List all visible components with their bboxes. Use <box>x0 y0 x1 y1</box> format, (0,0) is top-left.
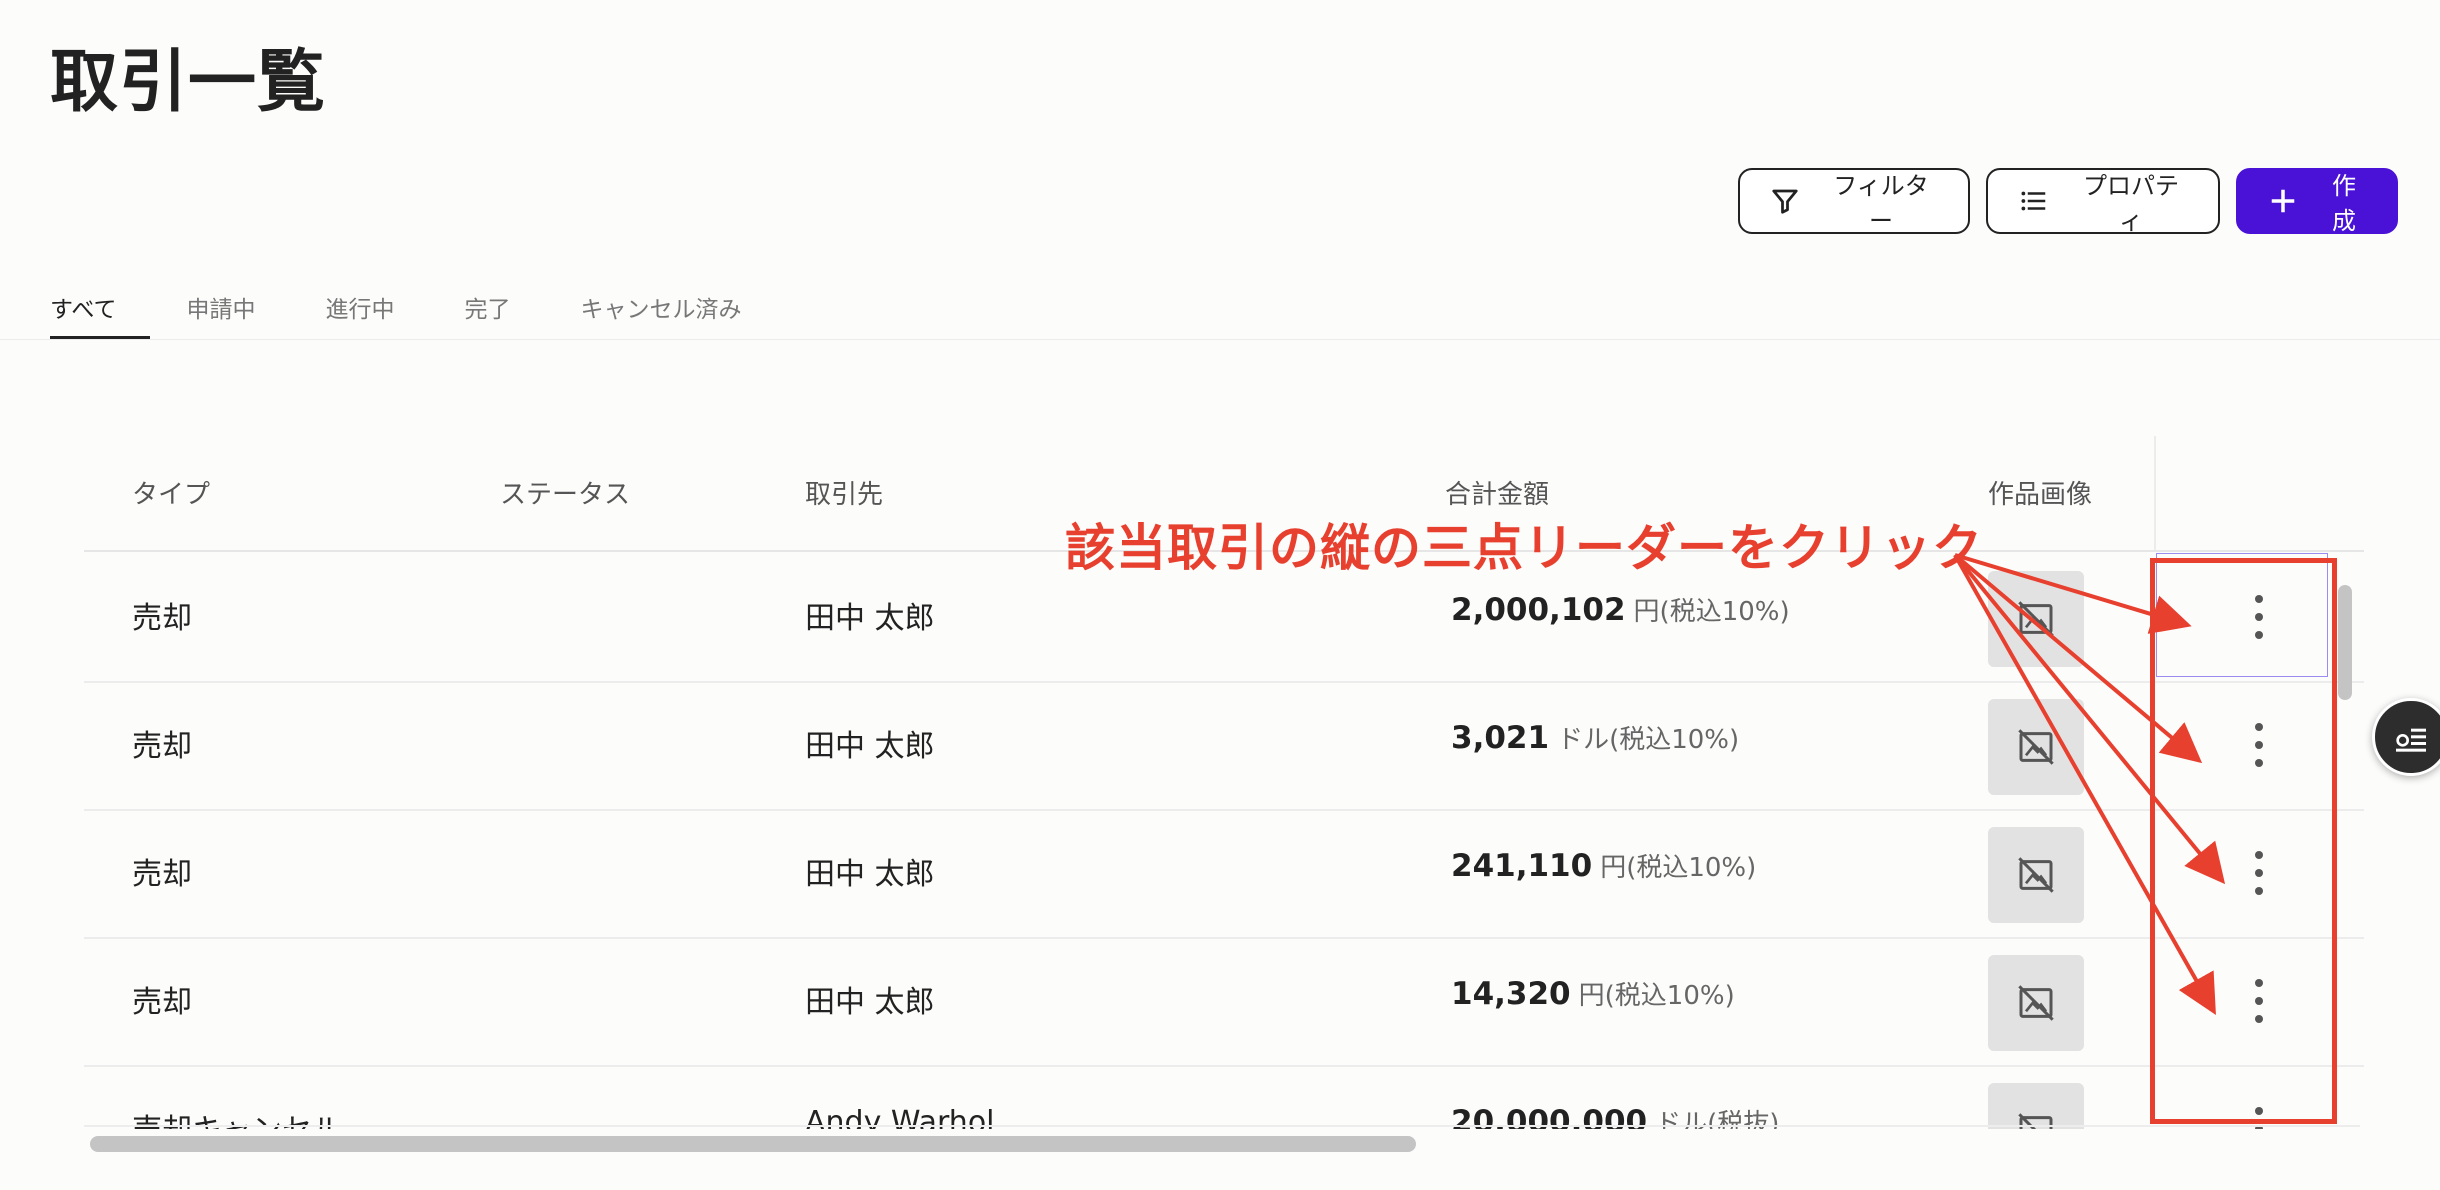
list-icon <box>2021 191 2046 211</box>
create-button-label: 作成 <box>2332 172 2356 235</box>
property-button[interactable]: プロパティ <box>1986 168 2220 235</box>
artwork-thumbnail[interactable] <box>1988 827 2084 923</box>
artwork-thumbnail[interactable] <box>1988 1083 2084 1129</box>
column-divider <box>2154 436 2156 550</box>
cell-partner: 田中 太郎 <box>805 601 935 636</box>
cell-type: 売却 <box>132 601 192 636</box>
horizontal-scrollbar[interactable] <box>90 1136 1416 1152</box>
page-title: 取引一覧 <box>50 43 327 122</box>
artwork-thumbnail[interactable] <box>1988 571 2084 667</box>
annotation-highlight-box <box>2150 558 2337 1124</box>
cell-amount: 2,000,102 円(税込10%) <box>1451 591 1790 628</box>
plus-icon <box>2271 189 2295 213</box>
amount-value: 241,110 <box>1451 848 1593 884</box>
column-header-status[interactable]: ステータス <box>500 474 630 511</box>
create-button[interactable]: 作成 <box>2236 168 2398 235</box>
column-header-type[interactable]: タイプ <box>132 474 210 511</box>
cell-partner: 田中 太郎 <box>805 857 935 892</box>
amount-value: 3,021 <box>1451 720 1550 756</box>
table-row[interactable]: 売却 田中 太郎 14,320 円(税込10%) <box>84 937 2364 1067</box>
table-row[interactable]: 売却キャンセル Andy Warhol 20,000,000 ドル(税抜) <box>84 1065 2364 1129</box>
cell-type: 売却 <box>132 857 192 892</box>
artwork-thumbnail[interactable] <box>1988 955 2084 1051</box>
amount-unit: ドル(税込10%) <box>1557 725 1740 755</box>
column-header-amount[interactable]: 合計金額 <box>1445 474 1549 511</box>
tab-cancelled[interactable]: キャンセル済み <box>580 290 741 340</box>
table-row[interactable]: 売却 田中 太郎 3,021 ドル(税込10%) <box>84 681 2364 811</box>
no-image-icon <box>2018 985 2054 1021</box>
amount-unit: 円(税込10%) <box>1633 597 1790 627</box>
table-body[interactable]: 売却 田中 太郎 2,000,102 円(税込10%) 売却 田中 太郎 3,0… <box>84 553 2364 1129</box>
tab-applying[interactable]: 申請中 <box>186 290 255 340</box>
status-tabs: すべて 申請中 進行中 完了 キャンセル済み <box>50 290 811 340</box>
cell-amount: 14,320 円(税込10%) <box>1451 975 1735 1012</box>
property-button-label: プロパティ <box>2083 172 2179 235</box>
cell-partner: 田中 太郎 <box>805 985 935 1020</box>
cell-amount: 3,021 ドル(税込10%) <box>1451 719 1739 756</box>
cell-type: 売却 <box>132 985 192 1020</box>
artwork-thumbnail[interactable] <box>1988 699 2084 795</box>
filter-button[interactable]: フィルター <box>1738 168 1970 235</box>
tabs-divider <box>0 339 2440 340</box>
table-row[interactable]: 売却 田中 太郎 241,110 円(税込10%) <box>84 809 2364 939</box>
vertical-scrollbar[interactable] <box>2338 585 2352 700</box>
annotation-text: 該当取引の縦の三点リーダーをクリック <box>1065 519 1983 577</box>
assistant-icon <box>2396 728 2426 752</box>
cell-partner: 田中 太郎 <box>805 729 935 764</box>
tab-completed[interactable]: 完了 <box>464 290 510 340</box>
amount-value: 2,000,102 <box>1451 592 1626 628</box>
filter-icon <box>1772 189 1798 214</box>
tab-in-progress[interactable]: 進行中 <box>325 290 394 340</box>
no-image-icon <box>2018 729 2054 765</box>
column-header-artwork-image[interactable]: 作品画像 <box>1988 474 2092 511</box>
column-header-partner[interactable]: 取引先 <box>805 474 883 511</box>
filter-button-label: フィルター <box>1833 172 1929 235</box>
toolbar: フィルター プロパティ 作成 <box>1738 168 2398 235</box>
amount-value: 14,320 <box>1451 976 1571 1012</box>
amount-unit: 円(税込10%) <box>1600 853 1757 883</box>
cell-amount: 241,110 円(税込10%) <box>1451 847 1756 884</box>
tab-all[interactable]: すべて <box>50 290 152 340</box>
cell-type: 売却 <box>132 729 192 764</box>
no-image-icon <box>2018 857 2054 893</box>
amount-unit: 円(税込10%) <box>1578 981 1735 1011</box>
no-image-icon <box>2018 601 2054 637</box>
side-assistant-button[interactable] <box>2372 698 2440 776</box>
